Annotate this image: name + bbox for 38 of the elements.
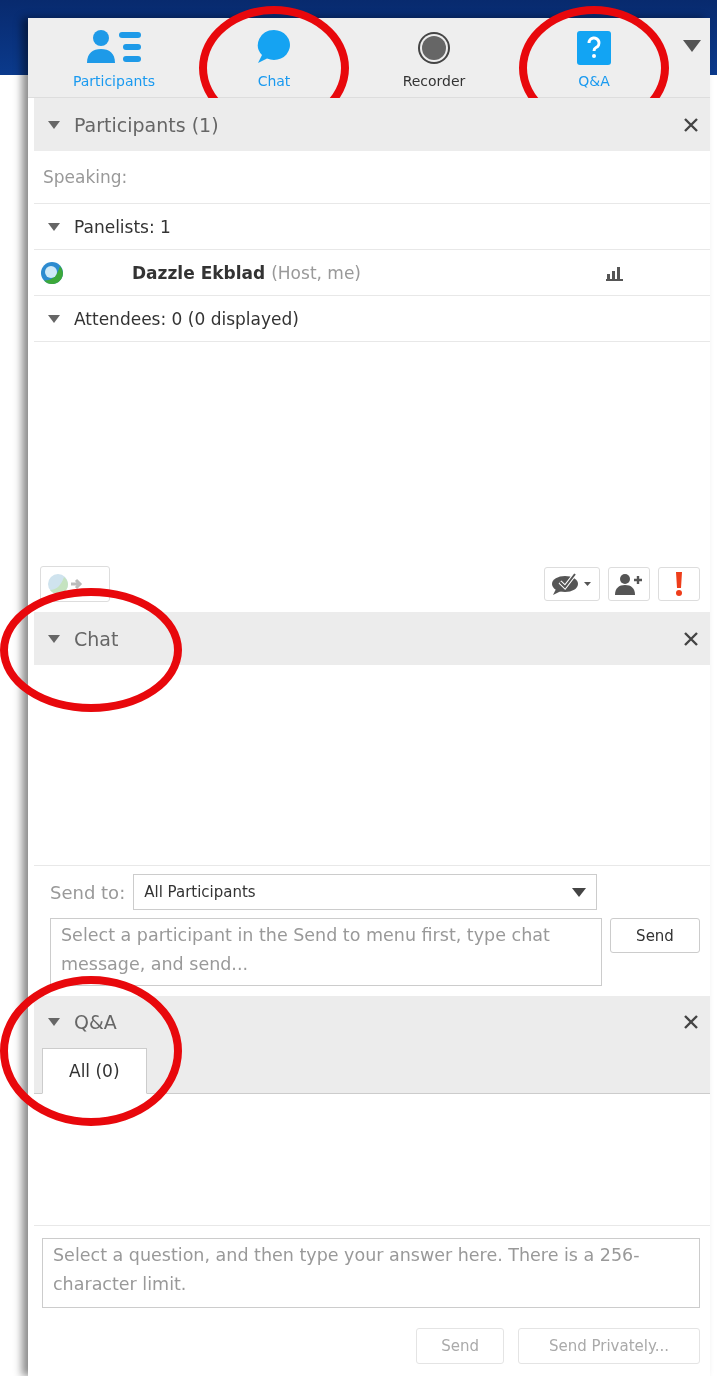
ball-arrow-icon <box>47 573 85 595</box>
person-list-icon <box>85 29 143 65</box>
feedback-button[interactable] <box>544 567 600 601</box>
send-button[interactable]: Send <box>610 918 700 953</box>
collapse-triangle-icon[interactable] <box>48 220 60 233</box>
dropdown-caret-icon[interactable] <box>683 39 701 52</box>
group-label[interactable]: Panelists: 1 <box>74 216 171 237</box>
close-icon[interactable] <box>684 117 698 132</box>
participant-role: (Host, me) <box>271 262 362 283</box>
signal-bars-icon <box>606 264 624 281</box>
recipient-dropdown[interactable]: All Participants <box>133 874 598 910</box>
question-filter-tab[interactable]: All (0) <box>42 1048 147 1094</box>
collapse-triangle-icon[interactable] <box>48 118 60 131</box>
close-icon[interactable] <box>684 1015 698 1029</box>
add-person-icon <box>615 573 643 595</box>
exclamation-icon <box>675 572 683 596</box>
send-to-label: Send to: <box>50 881 126 903</box>
question-icon <box>577 31 611 65</box>
section-title: Participants (1) <box>74 113 220 136</box>
user-status-icon <box>40 260 64 285</box>
collapse-triangle-icon[interactable] <box>48 312 60 325</box>
speech-check-icon <box>551 573 593 595</box>
section-title: Q&A <box>74 1011 118 1033</box>
add-person-button[interactable] <box>608 567 650 601</box>
group-label[interactable]: Attendees: 0 (0 displayed) <box>74 308 299 329</box>
close-icon[interactable] <box>684 631 698 646</box>
collapse-triangle-icon[interactable] <box>48 632 60 645</box>
chat-message-field[interactable]: Select a participant in the Send to menu first, type chat message, and send... <box>50 918 602 986</box>
record-icon <box>417 31 451 65</box>
speaking-label: Speaking: <box>43 167 128 187</box>
speech-bubble-icon <box>256 29 292 65</box>
dropdown-caret-icon <box>572 887 587 897</box>
alert-button[interactable] <box>658 567 700 601</box>
section-title: Chat <box>74 627 120 650</box>
participant-name: Dazzle Ekblad <box>132 262 266 283</box>
answer-field[interactable]: Select a question, and then type your answer here. There is a 256-character limit. <box>42 1238 700 1308</box>
panel-tab[interactable]: Recorder <box>354 18 514 97</box>
collapse-triangle-icon[interactable] <box>48 1016 60 1028</box>
